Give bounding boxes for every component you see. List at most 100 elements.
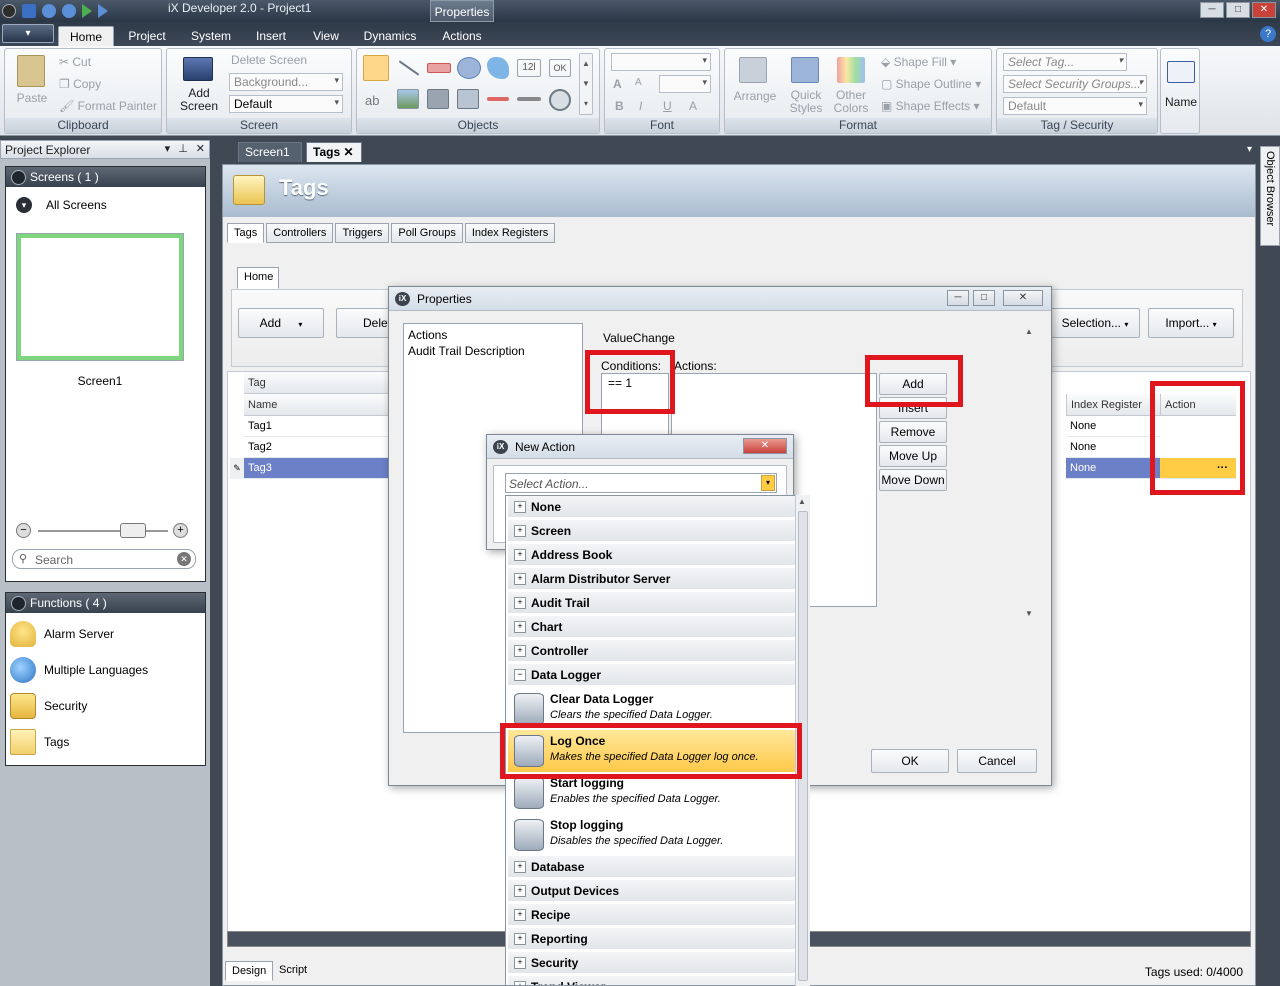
action-item[interactable]: Stop logging Disables the specified Data… xyxy=(508,814,795,856)
column-index-register-header[interactable]: Index Register xyxy=(1066,394,1160,416)
undo-icon[interactable] xyxy=(42,4,56,18)
panel-close-icon[interactable]: ✕ xyxy=(196,142,205,155)
condition-item[interactable]: == 1 xyxy=(602,374,668,392)
maximize-button[interactable]: □ xyxy=(1226,2,1250,18)
tree-item-audit-trail[interactable]: Audit Trail Description xyxy=(408,344,525,358)
properties-maximize-button[interactable]: □ xyxy=(973,290,995,306)
column-name-header[interactable]: Name xyxy=(244,394,394,416)
underline-button[interactable]: U xyxy=(663,99,672,113)
objects-scroll[interactable]: ▲ ▼ ▾ xyxy=(579,53,593,115)
search-box[interactable]: ⚲ Search ✕ xyxy=(12,549,196,569)
format-painter-button[interactable]: 🖌 Format Painter xyxy=(59,99,157,113)
arrange-button[interactable]: Arrange xyxy=(731,89,779,103)
category-security[interactable]: Security xyxy=(508,952,795,974)
add-tag-button[interactable]: Add ▾ xyxy=(238,308,324,338)
simulate-icon[interactable] xyxy=(98,4,108,18)
script-tab[interactable]: Script xyxy=(273,961,313,981)
other-colors-button[interactable]: Other Colors xyxy=(831,89,871,115)
pin-icon[interactable]: ⊥ xyxy=(178,142,188,155)
cell-index-register[interactable]: None xyxy=(1066,416,1160,437)
remove-action-button[interactable]: Remove xyxy=(879,421,947,443)
ellipse-icon[interactable] xyxy=(457,57,481,79)
font-family-combo[interactable] xyxy=(611,53,711,71)
doc-tabs-dropdown-icon[interactable]: ▾ xyxy=(1247,144,1252,155)
delete-screen-button[interactable]: Delete Screen xyxy=(231,53,307,67)
quick-styles-icon[interactable] xyxy=(791,57,819,83)
properties-scroll-down[interactable]: ▼ xyxy=(1025,609,1033,618)
name-icon[interactable] xyxy=(1167,61,1195,83)
slider-icon[interactable] xyxy=(487,97,509,101)
save-icon[interactable] xyxy=(22,4,36,18)
column-action-header[interactable]: Action xyxy=(1160,394,1236,416)
default-style-combo[interactable]: Default xyxy=(229,95,343,113)
background-combo[interactable]: Background... xyxy=(229,73,343,91)
action-item[interactable]: Clear Data Logger Clears the specified D… xyxy=(508,688,795,730)
meter-icon[interactable] xyxy=(549,89,571,111)
category-data-logger[interactable]: Data Logger xyxy=(508,664,795,686)
properties-scroll-up[interactable]: ▲ xyxy=(1025,327,1033,336)
screens-header[interactable]: Screens ( 1 ) xyxy=(6,167,205,187)
shape-fill-button[interactable]: ⬙ Shape Fill ▾ xyxy=(881,55,956,69)
design-tab[interactable]: Design xyxy=(225,961,274,981)
category-none[interactable]: None xyxy=(508,496,795,518)
zoom-in-icon[interactable]: + xyxy=(173,523,188,538)
subtab-index-registers[interactable]: Index Registers xyxy=(464,223,556,243)
app-icon[interactable] xyxy=(2,4,16,18)
select-action-dropdown-icon[interactable]: ▾ xyxy=(761,475,775,491)
dropdown-scrollbar[interactable]: ▲ xyxy=(795,495,810,986)
font-color-button[interactable]: A xyxy=(689,99,697,113)
category-reporting[interactable]: Reporting xyxy=(508,928,795,950)
shrink-font-button[interactable]: A xyxy=(635,77,642,88)
subtab-poll-groups[interactable]: Poll Groups xyxy=(391,223,463,243)
cell-tag-name-selected[interactable]: Tag3 xyxy=(244,458,394,479)
quick-styles-button[interactable]: Quick Styles xyxy=(783,89,829,115)
tab-project[interactable]: Project xyxy=(122,26,172,46)
function-item[interactable]: Multiple Languages xyxy=(10,655,148,685)
paste-button[interactable]: Paste xyxy=(13,91,51,105)
doc-tab-tags[interactable]: Tags ✕ xyxy=(306,142,362,162)
add-action-button[interactable]: Add xyxy=(879,373,947,395)
tab-insert[interactable]: Insert xyxy=(248,26,294,46)
tab-home[interactable]: Home xyxy=(58,26,114,46)
copy-button[interactable]: ❐ Copy xyxy=(59,77,101,91)
text-object-icon[interactable]: ab xyxy=(365,93,379,108)
shape-effects-button[interactable]: ▣ Shape Effects ▾ xyxy=(881,99,980,113)
move-down-button[interactable]: Move Down xyxy=(879,469,947,491)
web-browser-icon[interactable] xyxy=(457,89,479,109)
select-security-combo[interactable]: Select Security Groups... xyxy=(1003,75,1147,93)
name-button[interactable]: Name xyxy=(1161,95,1201,109)
tab-dynamics[interactable]: Dynamics xyxy=(358,26,422,46)
tree-item-actions[interactable]: Actions xyxy=(408,328,447,342)
font-size-combo[interactable] xyxy=(659,75,711,93)
subtab-tags[interactable]: Tags xyxy=(227,223,265,243)
cell-tag-name[interactable]: Tag2 xyxy=(244,437,394,458)
other-colors-icon[interactable] xyxy=(837,57,865,83)
dropdown-scroll-thumb[interactable] xyxy=(798,511,808,981)
subtab-controllers[interactable]: Controllers xyxy=(266,223,334,243)
zoom-thumb[interactable] xyxy=(120,523,146,538)
run-icon[interactable] xyxy=(82,4,92,18)
select-tag-combo[interactable]: Select Tag... xyxy=(1003,53,1127,71)
panel-dropdown-icon[interactable]: ▾ xyxy=(165,142,171,155)
category-trend-viewer[interactable]: Trend Viewer xyxy=(508,976,795,985)
functions-header[interactable]: Functions ( 4 ) xyxy=(6,593,205,613)
category-address-book[interactable]: Address Book xyxy=(508,544,795,566)
italic-button[interactable]: I xyxy=(639,99,642,113)
action-cell-ellipsis[interactable]: ··· xyxy=(1160,458,1236,479)
clear-search-icon[interactable]: ✕ xyxy=(177,552,191,566)
redo-icon[interactable] xyxy=(62,4,76,18)
cell-tag-name[interactable]: Tag1 xyxy=(244,416,394,437)
category-database[interactable]: Database xyxy=(508,856,795,878)
delete-tag-button[interactable]: Delete xyxy=(336,308,398,338)
new-action-close-button[interactable]: ✕ xyxy=(743,438,787,454)
media-player-icon[interactable] xyxy=(427,89,449,109)
numeric-display-icon[interactable]: 12l xyxy=(517,59,541,77)
insert-action-button[interactable]: Insert xyxy=(879,397,947,419)
zoom-out-icon[interactable]: − xyxy=(16,523,31,538)
security-default-combo[interactable]: Default xyxy=(1003,97,1147,115)
help-icon[interactable]: ? xyxy=(1260,26,1276,42)
cancel-button[interactable]: Cancel xyxy=(957,749,1037,773)
picture-icon[interactable] xyxy=(397,89,419,109)
cut-button[interactable]: ✂ Cut xyxy=(59,55,91,69)
toolbar-tab-home[interactable]: Home xyxy=(237,267,279,289)
